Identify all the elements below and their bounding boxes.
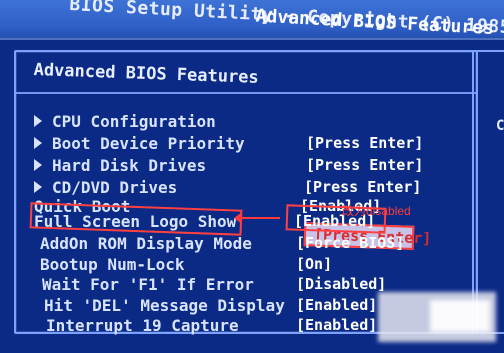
menu-item-label: CPU Configuration: [52, 112, 216, 131]
menu-item-label: CD/DVD Drives: [52, 178, 178, 197]
menu-item-value[interactable]: [Enabled]: [296, 316, 377, 334]
screen-glare: [430, 300, 490, 332]
menu-item-label: Wait For 'F1' If Error: [42, 275, 254, 294]
submenu-arrow-icon: [34, 159, 42, 171]
menu-item-bootup-num-lock[interactable]: Bootup Num-Lock [On]: [0, 255, 504, 277]
menu-item-value[interactable]: [Disabled]: [296, 275, 386, 293]
menu-item-value[interactable]: [On]: [296, 255, 332, 273]
menu-item-hard-disk-drives[interactable]: Hard Disk Drives [Press Enter]: [0, 156, 504, 178]
menu-item-value[interactable]: [Force BIOS]: [296, 234, 404, 252]
submenu-arrow-icon: [34, 137, 42, 149]
menu-item-value[interactable]: [Press Enter]: [304, 178, 421, 196]
annotation-arrow-icon: [234, 212, 280, 224]
title-bar: BIOS Setup Utility - Copyright (C) 1985-…: [0, 0, 504, 45]
submenu-arrow-icon: [34, 181, 42, 193]
menu-item-cpu-configuration[interactable]: CPU Configuration [Press Enter]: [0, 112, 504, 250]
annotation-text: 改为disabled: [342, 204, 411, 218]
menu-item-addon-rom-display-mode[interactable]: AddOn ROM Display Mode [Force BIOS]: [0, 234, 504, 256]
menu-item-boot-device-priority[interactable]: Boot Device Priority [Press Enter]: [0, 134, 504, 156]
menu-item-value[interactable]: [Press Enter]: [306, 156, 423, 174]
menu-item-label: Interrupt 19 Capture: [46, 316, 239, 335]
menu-item-value[interactable]: [Press Enter]: [306, 134, 423, 152]
menu-item-label: Hit 'DEL' Message Display: [44, 296, 285, 315]
panel-divider: [16, 92, 476, 94]
menu-item-label: Boot Device Priority: [52, 134, 245, 153]
menu-item-value[interactable]: [Enabled]: [296, 296, 377, 314]
panel-title: Advanced BIOS Features: [33, 60, 260, 88]
menu-item-label: Bootup Num-Lock: [40, 255, 185, 274]
menu-item-label: AddOn ROM Display Mode: [40, 234, 252, 253]
menu-item-label: Hard Disk Drives: [52, 156, 207, 175]
submenu-arrow-icon: [34, 115, 42, 127]
